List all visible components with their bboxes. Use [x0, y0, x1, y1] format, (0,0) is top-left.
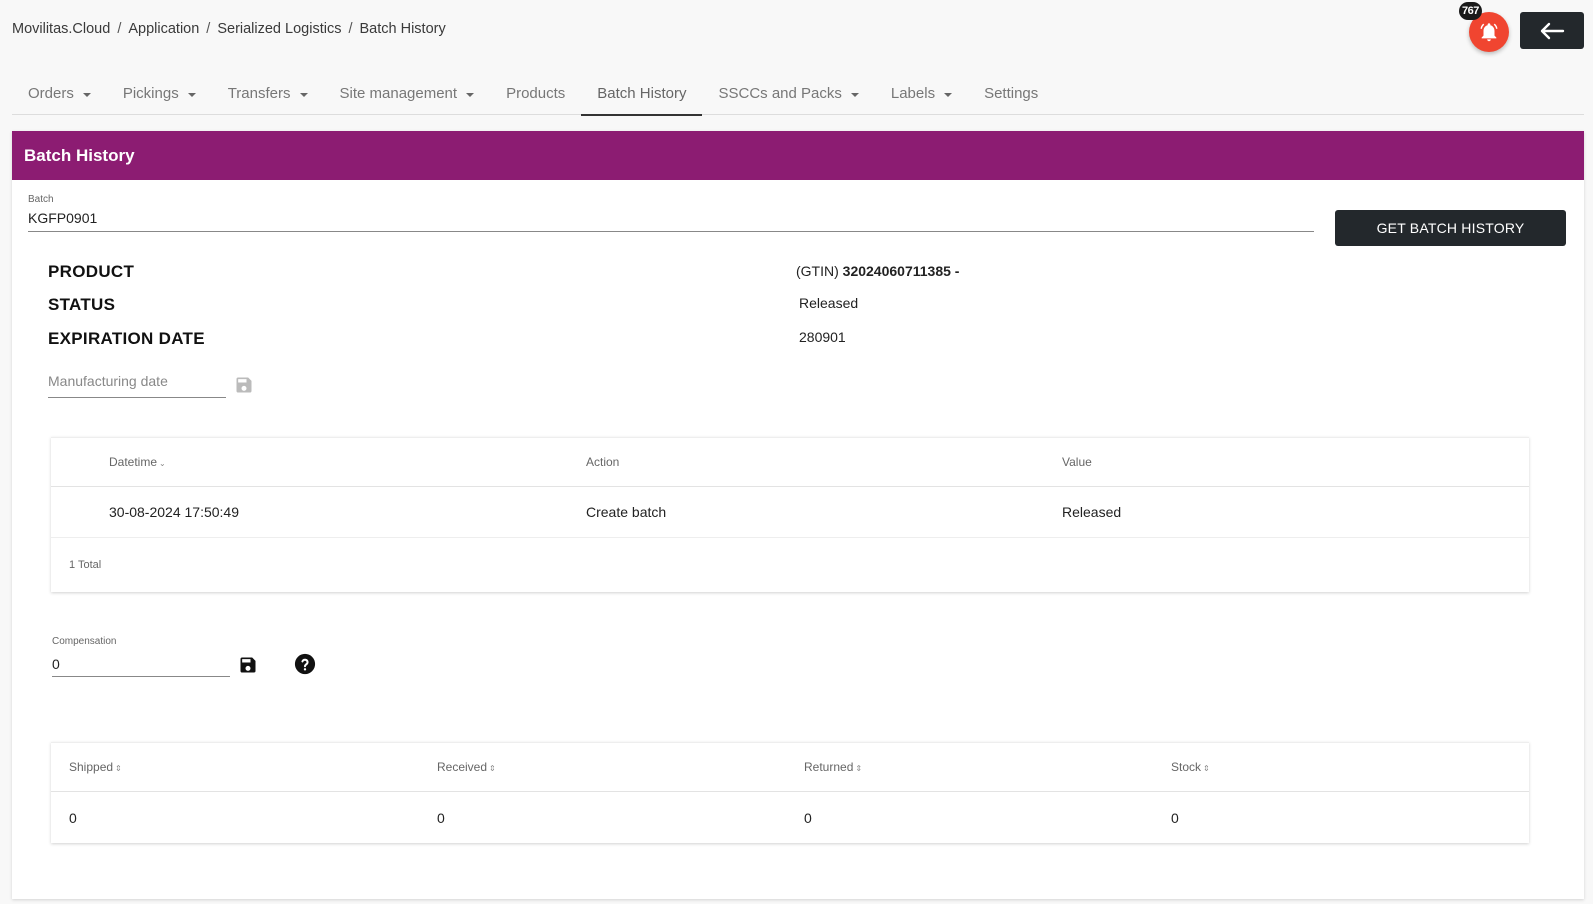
card-title: Batch History — [12, 131, 1584, 180]
caret-down-icon — [82, 92, 91, 97]
tab-labels[interactable]: Labels — [875, 72, 968, 115]
cell-datetime: 30-08-2024 17:50:49 — [109, 504, 239, 520]
breadcrumb-item-batch-history[interactable]: Batch History — [359, 21, 445, 37]
cell-received: 0 — [437, 809, 445, 826]
total-count: 1 Total — [69, 559, 102, 571]
notification-count-badge: 767 — [1459, 2, 1482, 20]
gtin-value: 32024060711385 — [842, 263, 951, 279]
tab-settings[interactable]: Settings — [968, 72, 1054, 115]
sort-icon: ⇕ — [1203, 764, 1210, 773]
table-footer: 1 Total — [51, 538, 1529, 592]
table-row[interactable]: 30-08-2024 17:50:49 Create batch Release… — [51, 487, 1529, 538]
column-stock[interactable]: Stock ⇕ — [1171, 760, 1210, 774]
manufacturing-date-input[interactable]: Manufacturing date — [48, 373, 226, 398]
save-icon[interactable] — [238, 655, 258, 675]
sort-icon: ⇕ — [855, 764, 863, 773]
compensation-field[interactable]: Compensation 0 — [52, 636, 230, 677]
cell-returned: 0 — [804, 809, 812, 826]
batch-field-label: Batch — [28, 194, 54, 205]
breadcrumb: Movilitas.Cloud / Application / Serializ… — [12, 21, 446, 37]
product-label: PRODUCT — [48, 262, 135, 281]
table-header: Datetime ⌄ Action Value — [51, 438, 1529, 487]
stock-table: Shipped ⇕ Received ⇕ Returned ⇕ Stock ⇕ 0 0 … — [51, 742, 1529, 843]
tab-orders[interactable]: Orders — [12, 72, 107, 115]
caret-down-icon — [944, 92, 953, 97]
table-header: Shipped ⇕ Received ⇕ Returned ⇕ Stock ⇕ — [51, 743, 1529, 792]
cell-action: Create batch — [586, 504, 667, 520]
breadcrumb-item-serialized-logistics[interactable]: Serialized Logistics — [217, 21, 341, 37]
tab-site-management[interactable]: Site management — [324, 72, 491, 115]
breadcrumb-item-application[interactable]: Application — [128, 21, 199, 37]
column-value: Value — [1062, 455, 1092, 469]
cell-shipped: 0 — [69, 809, 77, 826]
tab-label: Settings — [984, 85, 1039, 102]
product-value: (GTIN) 32024060711385 - — [796, 263, 959, 279]
tab-label: Site management — [339, 85, 458, 102]
cell-value: Released — [1062, 504, 1122, 520]
column-label: Datetime — [109, 455, 158, 469]
caret-down-icon — [466, 92, 475, 97]
tab-label: Products — [506, 85, 566, 102]
column-datetime[interactable]: Datetime ⌄ — [109, 455, 166, 469]
tab-products[interactable]: Products — [490, 72, 581, 115]
tab-label: Labels — [890, 85, 936, 102]
get-batch-history-button[interactable]: GET BATCH HISTORY — [1335, 210, 1566, 246]
sort-icon: ⇕ — [115, 764, 122, 773]
expiration-date-value: 280901 — [799, 329, 846, 345]
caret-down-icon — [187, 92, 196, 97]
history-table: Datetime ⌄ Action Value 30-08-2024 17:50:… — [51, 437, 1529, 592]
column-action: Action — [586, 455, 620, 469]
caret-down-icon — [850, 92, 859, 97]
batch-history-card: Batch History Batch KGFP0901 GET BATCH H… — [12, 131, 1584, 899]
column-returned[interactable]: Returned ⇕ — [804, 760, 862, 774]
sort-icon: ⇕ — [489, 764, 496, 773]
breadcrumb-separator: / — [117, 21, 122, 37]
back-button[interactable] — [1520, 12, 1584, 49]
gtin-suffix: - — [954, 263, 960, 279]
column-label: Stock — [1171, 760, 1202, 774]
batch-input[interactable]: KGFP0901 — [28, 210, 97, 226]
breadcrumb-item-movilitas[interactable]: Movilitas.Cloud — [12, 21, 110, 37]
tab-label: Pickings — [122, 85, 179, 102]
batch-field[interactable]: Batch KGFP0901 — [28, 194, 1314, 232]
status-value: Released — [799, 295, 859, 311]
arrow-left-icon — [1540, 22, 1565, 39]
tab-label: Orders — [28, 85, 74, 102]
tab-label: Batch History — [597, 85, 687, 102]
tab-label: Transfers — [227, 85, 291, 102]
breadcrumb-separator: / — [348, 21, 353, 37]
tab-transfers[interactable]: Transfers — [212, 72, 324, 115]
column-label: Received — [437, 760, 488, 774]
column-label: Returned — [804, 760, 854, 774]
table-row[interactable]: 0 0 0 0 — [51, 792, 1529, 843]
status-label: STATUS — [48, 295, 116, 314]
main-nav: Orders Pickings Transfers Site managemen… — [12, 72, 1584, 116]
sort-down-icon: ⌄ — [159, 459, 166, 468]
compensation-input[interactable]: 0 — [52, 656, 60, 672]
gtin-prefix: (GTIN) — [796, 263, 839, 279]
expiration-date-label: EXPIRATION DATE — [48, 329, 205, 348]
tab-pickings[interactable]: Pickings — [107, 72, 212, 115]
compensation-label: Compensation — [52, 636, 117, 647]
tab-ssccs-and-packs[interactable]: SSCCs and Packs — [702, 72, 874, 115]
cell-stock: 0 — [1171, 809, 1179, 826]
breadcrumb-separator: / — [206, 21, 211, 37]
caret-down-icon — [299, 92, 308, 97]
notifications-button[interactable]: 767 — [1459, 2, 1509, 52]
column-shipped[interactable]: Shipped ⇕ — [69, 760, 122, 774]
tab-batch-history[interactable]: Batch History — [581, 72, 703, 116]
save-icon[interactable] — [234, 375, 254, 395]
help-icon[interactable] — [294, 653, 316, 675]
column-received[interactable]: Received ⇕ — [437, 760, 496, 774]
column-label: Shipped — [69, 760, 114, 774]
tab-label: SSCCs and Packs — [718, 85, 842, 102]
